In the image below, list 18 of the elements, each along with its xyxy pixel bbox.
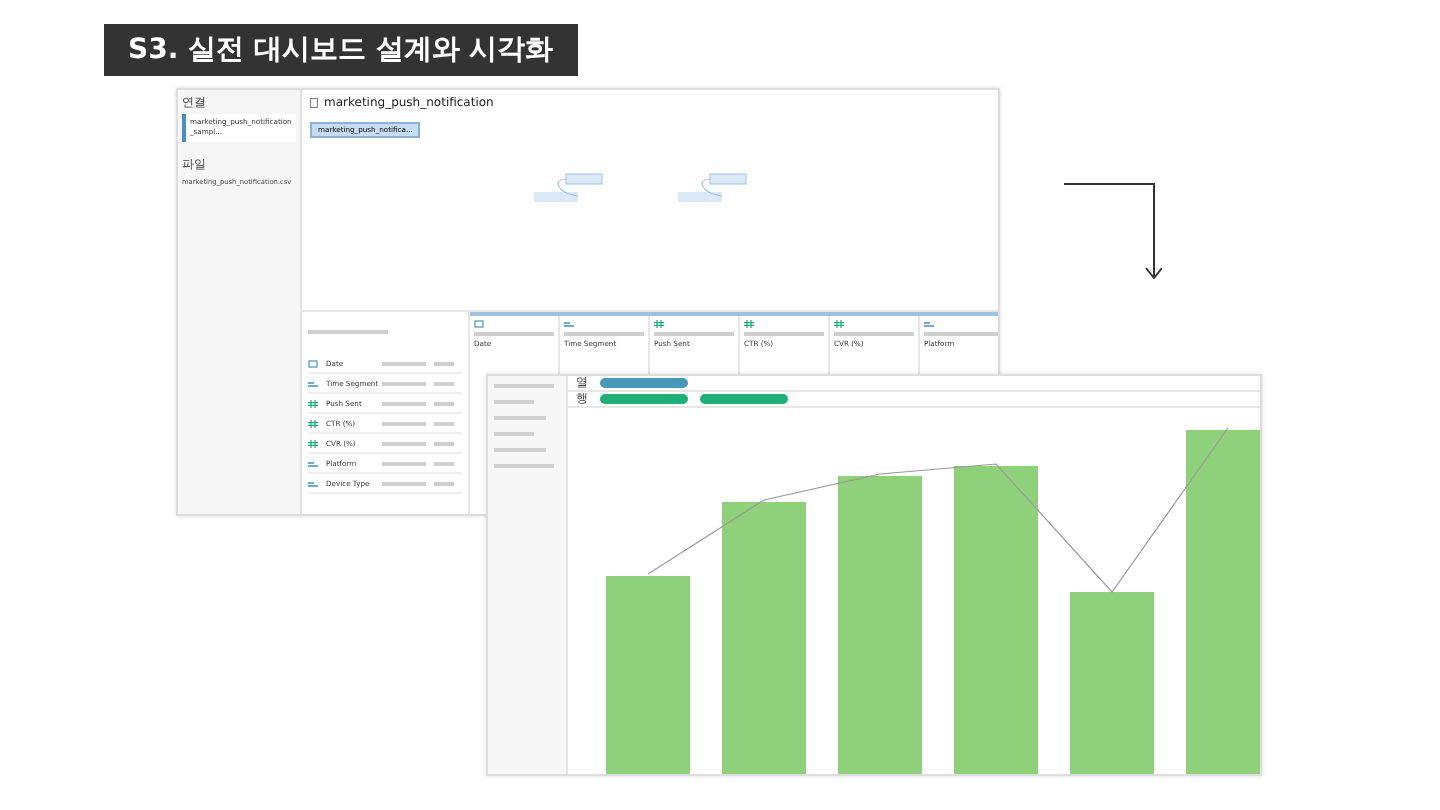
field-pill[interactable] [600,394,688,404]
field-pill[interactable] [600,378,688,388]
arrow-icon [1062,182,1162,282]
number-icon [308,420,318,428]
number-icon [654,320,664,328]
text-icon [308,460,318,468]
number-icon [744,320,754,328]
text-icon [564,320,574,328]
field-pill[interactable] [700,394,788,404]
text-icon [924,320,934,328]
text-icon [308,380,318,388]
number-icon [834,320,844,328]
calendar-icon [474,320,484,328]
calendar-icon [308,360,318,368]
number-icon [308,400,318,408]
slide-title: S3. 실전 대시보드 설계와 시각화 [104,24,578,76]
text-icon [308,480,318,488]
number-icon [308,440,318,448]
